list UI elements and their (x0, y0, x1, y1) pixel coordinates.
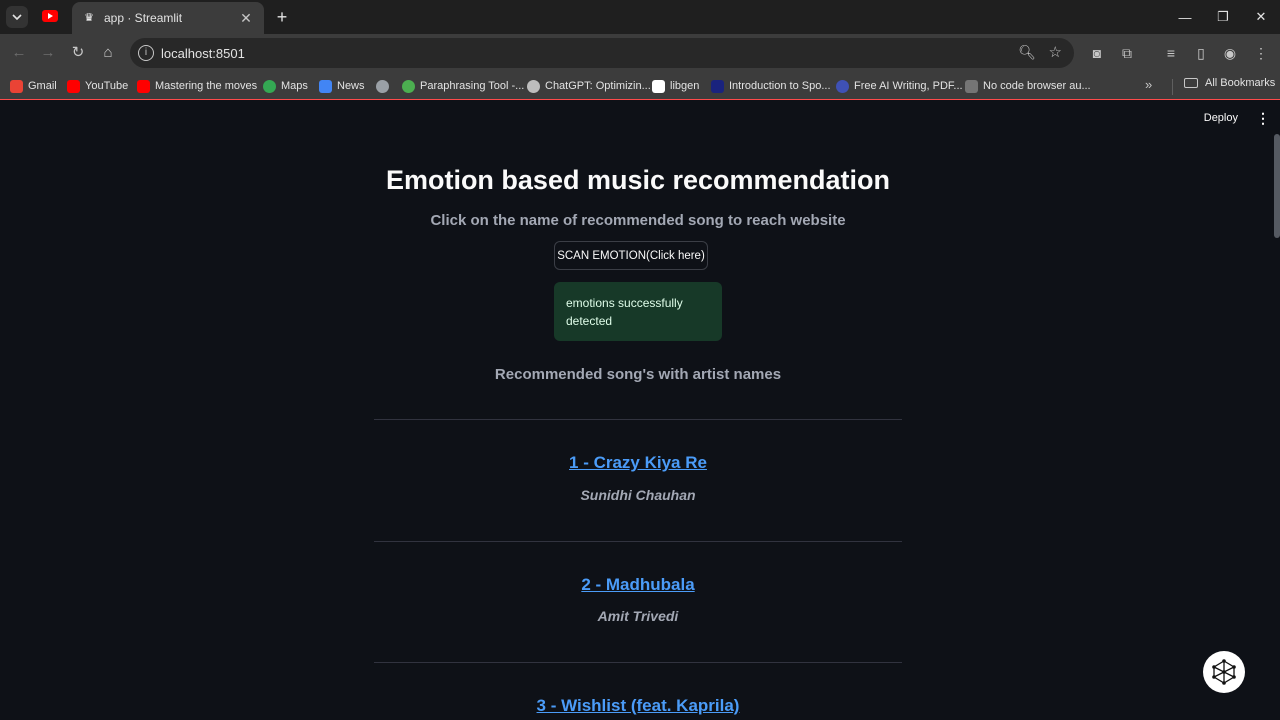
bookmark-introduction-to-spo[interactable]: Introduction to Spo... (711, 77, 831, 95)
ai-writing-icon (836, 79, 849, 93)
divider (374, 541, 902, 542)
chevron-down-icon (12, 14, 22, 20)
streamlit-favicon-icon: ♛ (84, 12, 94, 24)
extensions-puzzle-icon[interactable]: ⧉ (1117, 43, 1137, 63)
bookmark-no-code-browser[interactable]: No code browser au... (965, 77, 1091, 95)
bookmark-youtube[interactable]: YouTube (67, 77, 128, 95)
new-tab-button[interactable]: + (272, 7, 292, 27)
bookmark-gmail[interactable]: Gmail (10, 77, 57, 95)
song-artist: Sunidhi Chauhan (580, 487, 696, 503)
bookmark-label: Introduction to Spo... (729, 80, 831, 92)
song-item: 2 - Madhubala (0, 575, 1276, 595)
bookmark-label: Gmail (28, 80, 57, 92)
streamlit-app: Deploy ⋮ Emotion based music recommendat… (0, 101, 1280, 720)
bookmark-libgen[interactable]: libgen (652, 77, 699, 95)
more-bookmarks-icon[interactable]: » (1145, 77, 1152, 92)
recommendations-header: Recommended song's with artist names (494, 366, 782, 383)
libgen-icon (652, 79, 665, 93)
window-close-icon[interactable]: ✕ (1242, 0, 1280, 34)
bookmark-paraphrasing-tool[interactable]: Paraphrasing Tool -... (402, 77, 524, 95)
gmail-icon (10, 79, 23, 93)
scan-emotion-button[interactable]: SCAN EMOTION(Click here) (554, 241, 708, 270)
forward-icon[interactable]: → (37, 42, 59, 64)
bookmark-label: No code browser au... (983, 80, 1091, 92)
tab-title: app · Streamlit (104, 11, 183, 25)
extension-icon[interactable]: ◙ (1087, 43, 1107, 63)
bookmark-globe[interactable] (376, 77, 394, 95)
minimize-icon[interactable]: — (1166, 0, 1204, 34)
bookmark-label: Paraphrasing Tool -... (420, 80, 525, 92)
song-link[interactable]: 2 - Madhubala (581, 575, 694, 594)
youtube-icon (67, 79, 80, 93)
song-link[interactable]: 1 - Crazy Kiya Re (569, 453, 707, 472)
bookmark-mastering-the-moves[interactable]: Mastering the moves (137, 77, 257, 95)
youtube-icon (137, 79, 150, 93)
media-controls-icon[interactable]: ≡ (1161, 43, 1181, 63)
back-icon[interactable]: ← (8, 42, 30, 64)
globe-icon (376, 79, 389, 93)
address-bar[interactable]: i localhost:8501 🔍︎ ☆ (130, 38, 1074, 68)
home-icon[interactable]: ⌂ (97, 42, 119, 64)
tab-strip: ♛ app · Streamlit ✕ + — ❐ ✕ (0, 0, 1280, 34)
network-icon (1212, 659, 1236, 685)
all-bookmarks-button[interactable]: All Bookmarks (1184, 77, 1275, 89)
window-controls: — ❐ ✕ (1166, 0, 1280, 34)
bookmarks-divider (1172, 79, 1173, 95)
zoom-icon[interactable]: 🔍︎ (1018, 44, 1036, 61)
page-subtitle: Click on the name of recommended song to… (430, 212, 846, 229)
bookmark-chatgpt[interactable]: ChatGPT: Optimizin... (527, 77, 651, 95)
browser-toolbar: ← → ↻ ⌂ i localhost:8501 🔍︎ ☆ ◙ ⧉ ≡ ▯ ◉ … (0, 34, 1280, 72)
song-link[interactable]: 3 - Wishlist (feat. Kaprila) (537, 696, 740, 715)
maps-icon (263, 79, 276, 93)
translate-icon (711, 79, 724, 93)
site-info-icon[interactable]: i (138, 45, 154, 61)
bookmarks-bar: Gmail YouTube Mastering the moves Maps N… (0, 72, 1280, 100)
bookmark-label: Maps (281, 80, 308, 92)
youtube-pinned-tab-icon[interactable] (42, 10, 58, 22)
no-code-icon (965, 79, 978, 93)
ai-assistant-button[interactable] (1203, 651, 1245, 693)
song-item: 3 - Wishlist (feat. Kaprila) (0, 696, 1276, 716)
url-text: localhost:8501 (161, 46, 245, 61)
tab-search-button[interactable] (6, 6, 28, 28)
bookmark-label: News (337, 80, 365, 92)
bookmark-label: libgen (670, 80, 700, 92)
quillbot-icon (402, 79, 415, 93)
bookmark-label: ChatGPT: Optimizin... (545, 80, 651, 92)
bookmark-maps[interactable]: Maps (263, 77, 308, 95)
song-artist: Amit Trivedi (597, 608, 679, 624)
news-icon (319, 79, 332, 93)
chatgpt-icon (527, 79, 540, 93)
browser-menu-icon[interactable]: ⋮ (1251, 43, 1271, 63)
bookmark-label: YouTube (85, 80, 129, 92)
all-bookmarks-label: All Bookmarks (1205, 77, 1276, 89)
side-panel-icon[interactable]: ▯ (1191, 43, 1211, 63)
app-menu-icon[interactable]: ⋮ (1256, 110, 1270, 127)
folder-icon (1184, 78, 1198, 88)
divider (374, 662, 902, 663)
bookmark-news[interactable]: News (319, 77, 365, 95)
bookmark-star-icon[interactable]: ☆ (1049, 43, 1062, 61)
bookmark-label: Mastering the moves (155, 80, 258, 92)
deploy-button[interactable]: Deploy (1204, 112, 1238, 124)
divider (374, 419, 902, 420)
active-tab[interactable]: ♛ app · Streamlit ✕ (72, 2, 264, 34)
success-alert: emotions successfully detected (554, 282, 722, 341)
bookmark-free-ai-writing[interactable]: Free AI Writing, PDF... (836, 77, 963, 95)
reload-icon[interactable]: ↻ (67, 42, 89, 64)
bookmark-label: Free AI Writing, PDF... (854, 80, 963, 92)
tab-close-icon[interactable]: ✕ (238, 10, 254, 27)
profile-avatar-icon[interactable]: ◉ (1220, 43, 1240, 63)
song-item: 1 - Crazy Kiya Re (0, 453, 1276, 473)
restore-icon[interactable]: ❐ (1204, 0, 1242, 34)
page-title: Emotion based music recommendation (385, 165, 891, 195)
